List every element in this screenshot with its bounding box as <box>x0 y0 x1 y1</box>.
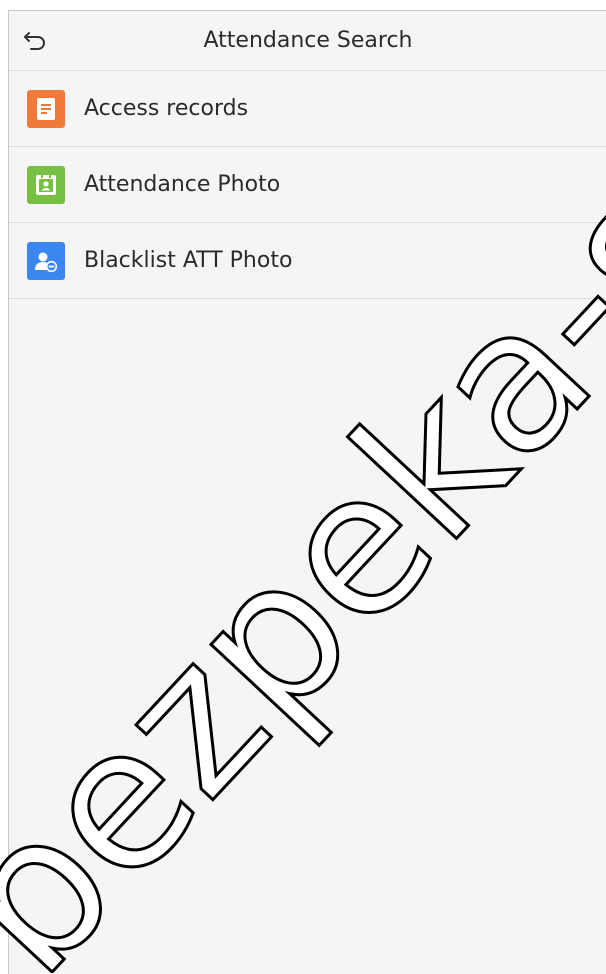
header-bar: Attendance Search <box>9 11 606 71</box>
menu-item-access-records[interactable]: Access records <box>9 71 606 147</box>
document-icon <box>27 89 65 128</box>
attendance-search-screen: Attendance Search Access records Attenda <box>8 10 606 974</box>
id-photo-icon <box>27 165 65 204</box>
menu-item-label: Attendance Photo <box>84 172 281 197</box>
menu-item-attendance-photo[interactable]: Attendance Photo <box>9 147 606 223</box>
menu-item-blacklist-att-photo[interactable]: Blacklist ATT Photo <box>9 223 606 299</box>
page-title: Attendance Search <box>203 28 413 53</box>
menu-item-label: Access records <box>84 96 249 121</box>
menu-item-label: Blacklist ATT Photo <box>84 248 293 273</box>
user-blocked-icon <box>27 241 65 280</box>
